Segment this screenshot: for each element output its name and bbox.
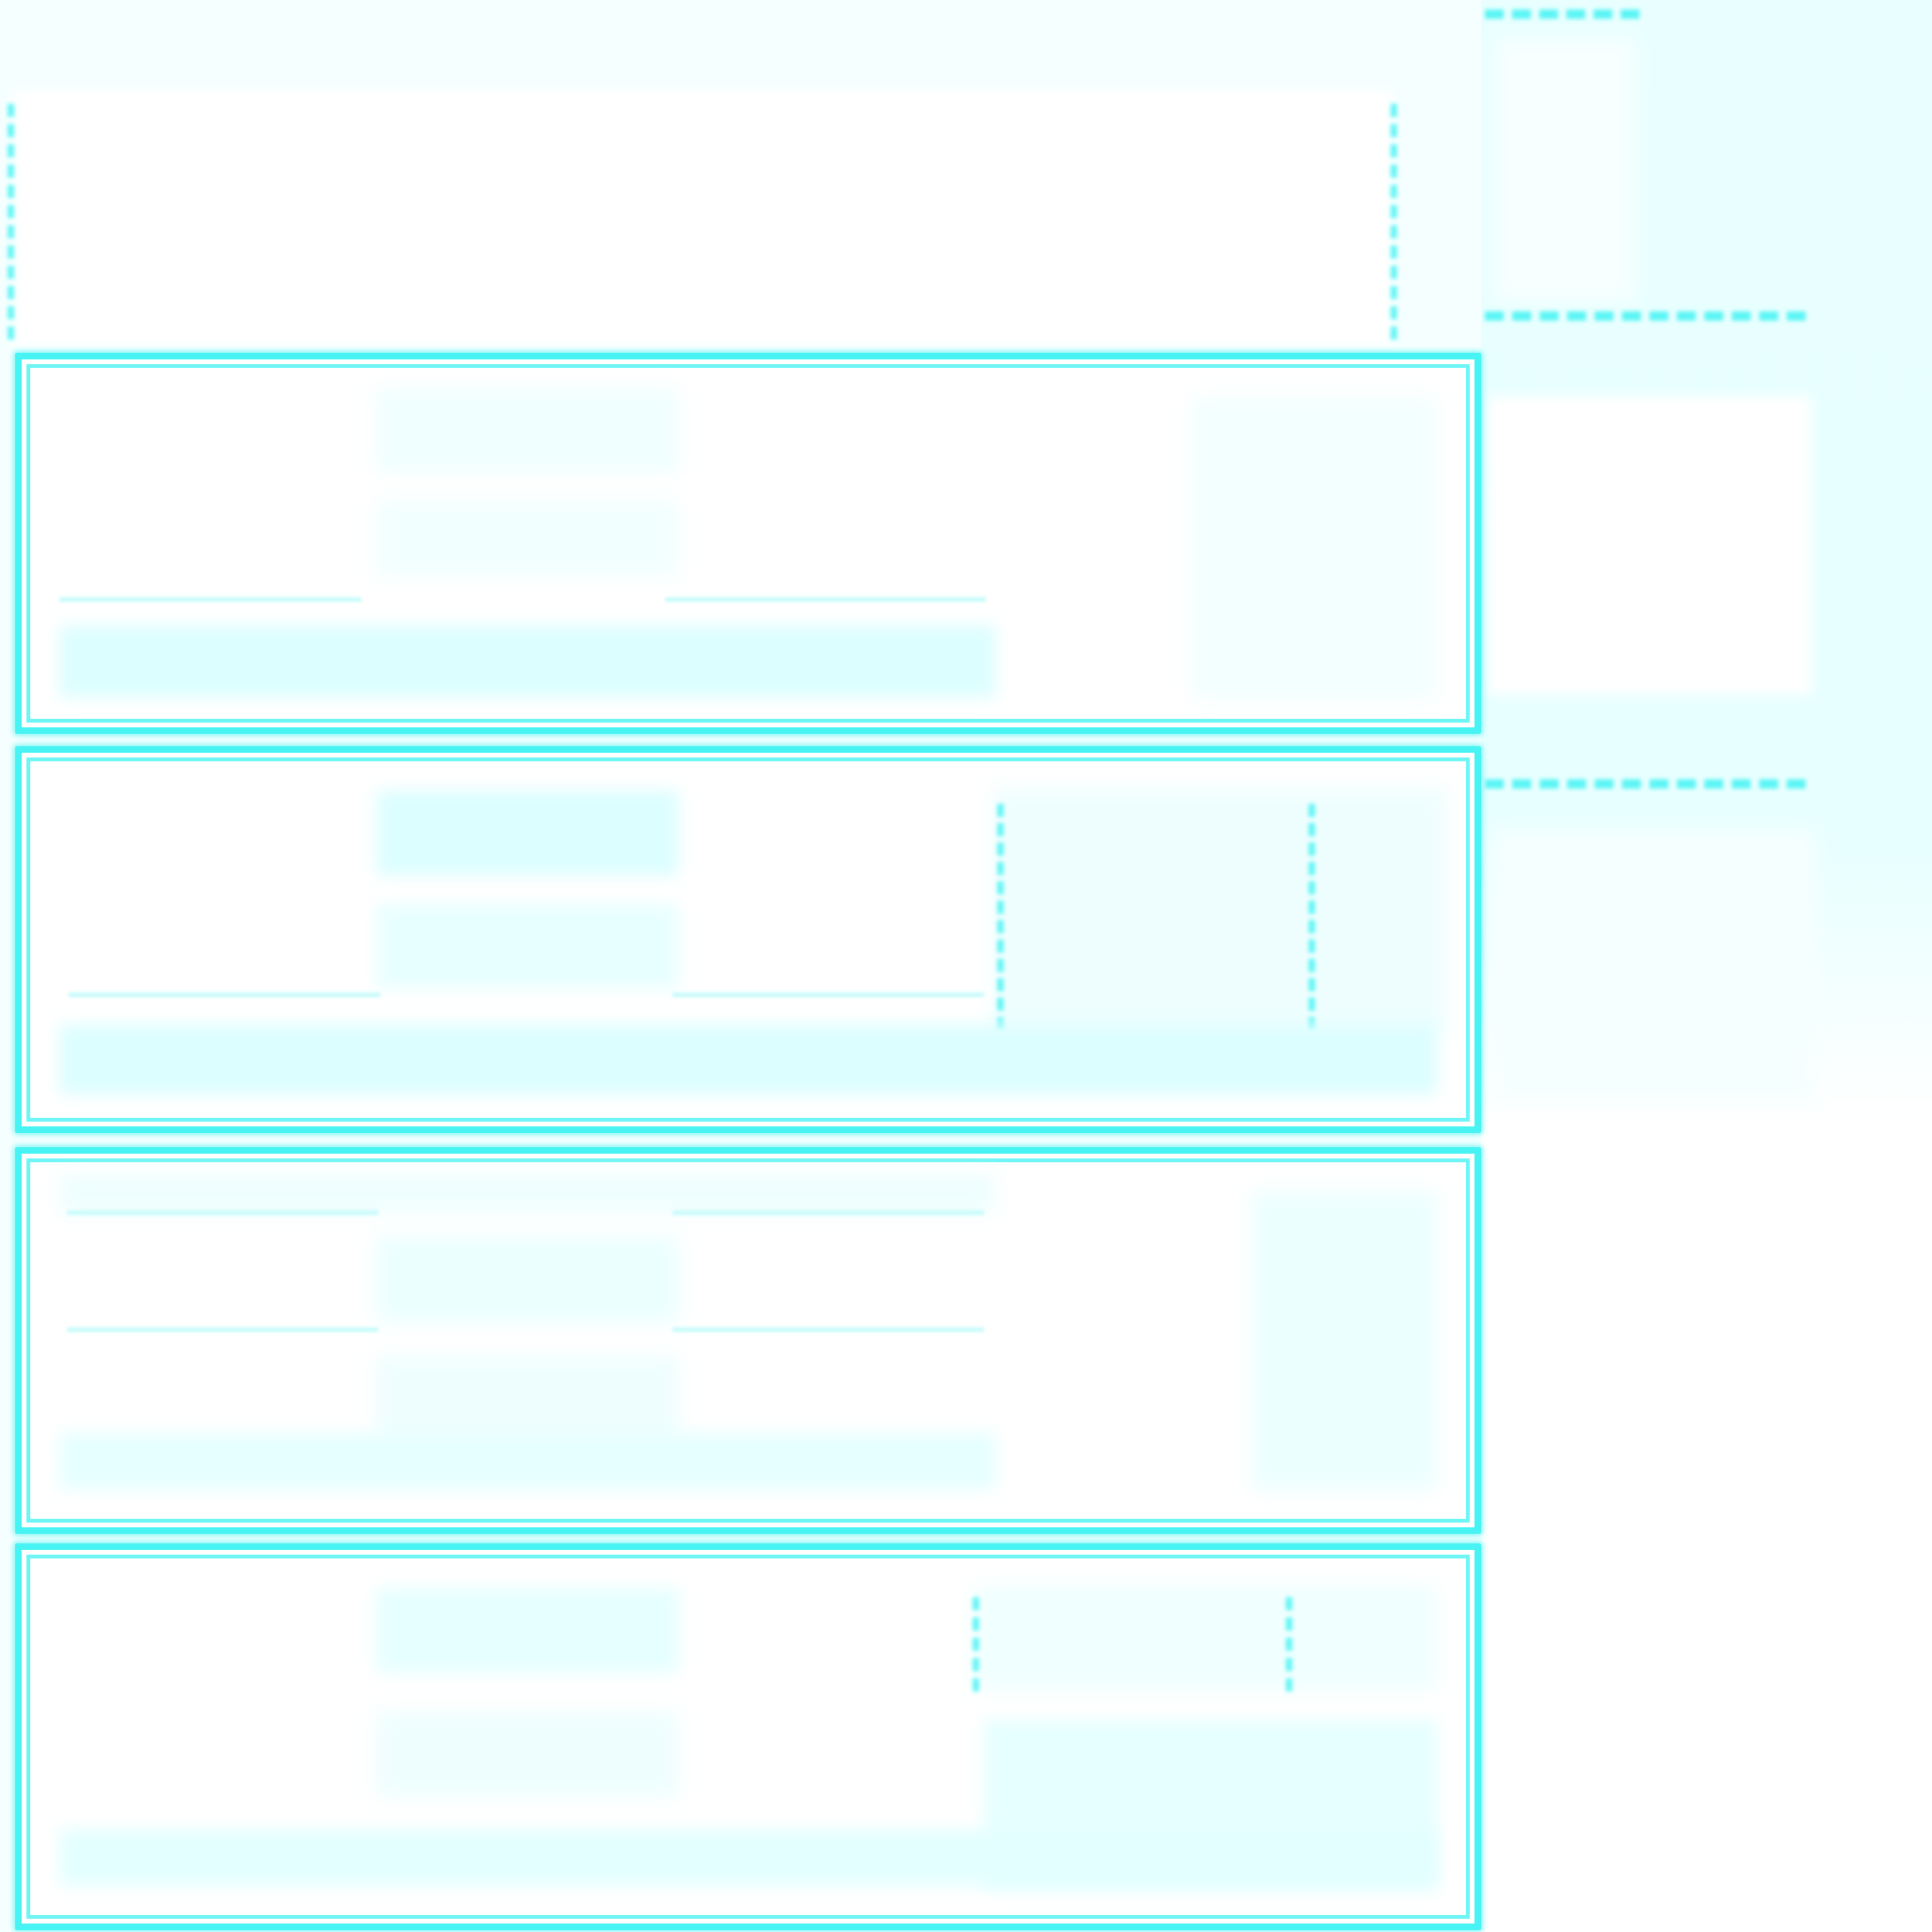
card-2-divider-left (69, 992, 380, 997)
card-2-media-left-edge (997, 804, 1004, 1030)
card-3-footer-bar (59, 1433, 995, 1490)
card-2-media-right-edge (1308, 804, 1315, 1030)
card-3-cell-a (376, 1237, 678, 1322)
card-1-cell-a (376, 388, 678, 473)
sidebar-block-top (1494, 38, 1636, 302)
card-4-media-frame (974, 1586, 1437, 1690)
card-2-footer-bar (59, 1024, 1437, 1094)
header-area (13, 91, 1391, 345)
card-1-thumbnail (1191, 397, 1437, 699)
header-left-divider (8, 104, 14, 340)
card-4-footer-bar (59, 1829, 1437, 1886)
card-3-header-strip (59, 1174, 995, 1212)
card-3-divider-mid-left (67, 1327, 378, 1332)
sidebar-section-1 (1489, 396, 1811, 694)
sidebar-section-2 (1491, 830, 1816, 1104)
sidebar-separator-2 (1485, 779, 1806, 789)
card-2-divider-right (673, 992, 984, 997)
card-4[interactable] (15, 1543, 1481, 1930)
card-4-cell-a (376, 1588, 678, 1673)
header-right-divider (1391, 104, 1397, 340)
card-4-media-right-edge (1286, 1597, 1292, 1691)
card-2-media-frame (993, 789, 1446, 1034)
card-2-cell-b (376, 904, 678, 989)
card-1-cell-b (376, 501, 678, 576)
card-2-cell-a (376, 791, 678, 875)
card-4-cell-b (376, 1712, 678, 1797)
card-1[interactable] (15, 353, 1481, 734)
card-1-footer-bar (59, 625, 995, 697)
card-2[interactable] (15, 746, 1481, 1133)
sidebar-separator-top (1485, 9, 1640, 19)
card-3-divider-mid-right (673, 1327, 984, 1332)
card-3-divider-top-right (673, 1210, 984, 1215)
card-3-cell-b (376, 1356, 678, 1441)
card-1-divider-left (59, 597, 361, 602)
card-3-divider-top-left (67, 1210, 378, 1215)
card-3-thumbnail (1252, 1191, 1437, 1490)
card-4-media-left-edge (973, 1597, 979, 1691)
card-1-divider-right (665, 597, 986, 602)
sidebar-separator-1 (1485, 311, 1806, 321)
card-3[interactable] (15, 1147, 1481, 1534)
